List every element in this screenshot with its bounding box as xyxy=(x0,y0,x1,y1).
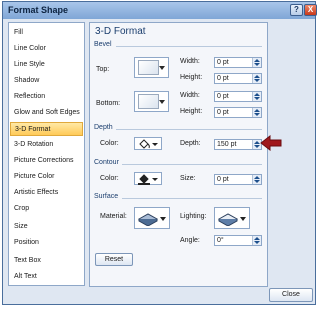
panel-title: 3-D Format xyxy=(95,26,146,37)
sidebar-item-shadow[interactable]: Shadow xyxy=(10,74,83,88)
sidebar-item-picture-corrections[interactable]: Picture Corrections xyxy=(10,154,83,168)
sidebar-item-size[interactable]: Size xyxy=(10,220,83,234)
chevron-down-icon xyxy=(159,66,165,70)
bevel-bottom-label: Bottom: xyxy=(96,100,121,107)
section-surface: Surface xyxy=(94,193,119,200)
depth-value: 150 pt xyxy=(217,141,237,148)
sidebar-item-line-style[interactable]: Line Style xyxy=(10,58,83,72)
top-width-label: Width: xyxy=(180,58,200,65)
depth-color-picker[interactable] xyxy=(134,137,162,150)
contour-size-value: 0 pt xyxy=(217,176,229,183)
spinner-arrows-icon[interactable] xyxy=(252,108,261,117)
sidebar-item-picture-color[interactable]: Picture Color xyxy=(10,170,83,184)
top-height-label: Height: xyxy=(180,74,203,81)
format-shape-dialog: Format Shape ? X Fill Line Color Line St… xyxy=(2,1,317,305)
sidebar-item-reflection[interactable]: Reflection xyxy=(10,90,83,104)
spinner-arrows-icon[interactable] xyxy=(252,92,261,101)
section-bevel: Bevel xyxy=(94,41,112,48)
help-button[interactable]: ? xyxy=(290,4,303,16)
chevron-down-icon xyxy=(160,217,166,221)
section-contour: Contour xyxy=(94,159,119,166)
paint-bucket-icon xyxy=(138,174,150,185)
chevron-down-icon xyxy=(240,217,246,221)
angle-spinner[interactable]: 0° xyxy=(214,235,262,246)
red-arrow-annotation-icon xyxy=(260,135,282,151)
bottom-height-value: 0 pt xyxy=(217,109,229,116)
sidebar-item-position[interactable]: Position xyxy=(10,236,83,250)
material-label: Material: xyxy=(100,213,127,220)
chevron-down-icon xyxy=(152,143,158,146)
angle-label: Angle: xyxy=(180,237,200,244)
chevron-down-icon xyxy=(159,100,165,104)
top-width-spinner[interactable]: 0 pt xyxy=(214,57,262,68)
sidebar-item-glow-soft-edges[interactable]: Glow and Soft Edges xyxy=(10,106,83,120)
material-dropdown[interactable] xyxy=(134,207,170,229)
divider xyxy=(122,164,262,165)
settings-panel: 3-D Format Bevel Top: Width: 0 pt Height… xyxy=(89,22,268,287)
sidebar-item-alt-text[interactable]: Alt Text xyxy=(10,270,83,284)
paint-bucket-icon xyxy=(139,139,150,149)
lighting-label: Lighting: xyxy=(180,213,207,220)
reset-button[interactable]: Reset xyxy=(95,253,133,266)
lighting-icon xyxy=(217,213,239,226)
sidebar-item-crop[interactable]: Crop xyxy=(10,202,83,216)
section-depth: Depth xyxy=(94,124,113,131)
lighting-dropdown[interactable] xyxy=(214,207,250,229)
close-button[interactable]: Close xyxy=(269,288,313,302)
depth-color-label: Color: xyxy=(100,140,119,147)
chevron-down-icon xyxy=(152,178,158,181)
contour-size-label: Size: xyxy=(180,175,196,182)
depth-spinner[interactable]: 150 pt xyxy=(214,139,262,150)
close-window-button[interactable]: X xyxy=(304,4,317,16)
spinner-arrows-icon[interactable] xyxy=(252,236,261,245)
top-height-spinner[interactable]: 0 pt xyxy=(214,73,262,84)
bottom-height-label: Height: xyxy=(180,108,203,115)
bevel-top-label: Top: xyxy=(96,66,110,73)
bottom-width-label: Width: xyxy=(180,92,200,99)
bevel-top-dropdown[interactable] xyxy=(134,57,169,78)
divider xyxy=(116,129,262,130)
material-icon xyxy=(137,213,159,226)
title-bar: Format Shape ? X xyxy=(3,2,317,19)
divider xyxy=(122,198,262,199)
sidebar-item-artistic-effects[interactable]: Artistic Effects xyxy=(10,186,83,200)
divider xyxy=(116,46,262,47)
contour-color-picker[interactable] xyxy=(134,172,162,185)
depth-label: Depth: xyxy=(180,140,201,147)
top-width-value: 0 pt xyxy=(217,59,229,66)
bevel-top-preview-icon xyxy=(138,60,159,75)
sidebar-item-line-color[interactable]: Line Color xyxy=(10,42,83,56)
sidebar-item-fill[interactable]: Fill xyxy=(10,26,83,40)
spinner-arrows-icon[interactable] xyxy=(252,58,261,67)
bottom-width-spinner[interactable]: 0 pt xyxy=(214,91,262,102)
bevel-bottom-preview-icon xyxy=(138,94,159,109)
contour-size-spinner[interactable]: 0 pt xyxy=(214,174,262,185)
sidebar-item-3d-format[interactable]: 3-D Format xyxy=(10,122,83,136)
contour-color-label: Color: xyxy=(100,175,119,182)
angle-value: 0° xyxy=(217,237,224,244)
category-list: Fill Line Color Line Style Shadow Reflec… xyxy=(8,22,85,286)
spinner-arrows-icon[interactable] xyxy=(252,74,261,83)
sidebar-item-3d-rotation[interactable]: 3-D Rotation xyxy=(10,138,83,152)
dialog-title: Format Shape xyxy=(8,5,69,15)
sidebar-item-text-box[interactable]: Text Box xyxy=(10,254,83,268)
bottom-width-value: 0 pt xyxy=(217,93,229,100)
top-height-value: 0 pt xyxy=(217,75,229,82)
bevel-bottom-dropdown[interactable] xyxy=(134,91,169,112)
spinner-arrows-icon[interactable] xyxy=(252,175,261,184)
bottom-height-spinner[interactable]: 0 pt xyxy=(214,107,262,118)
